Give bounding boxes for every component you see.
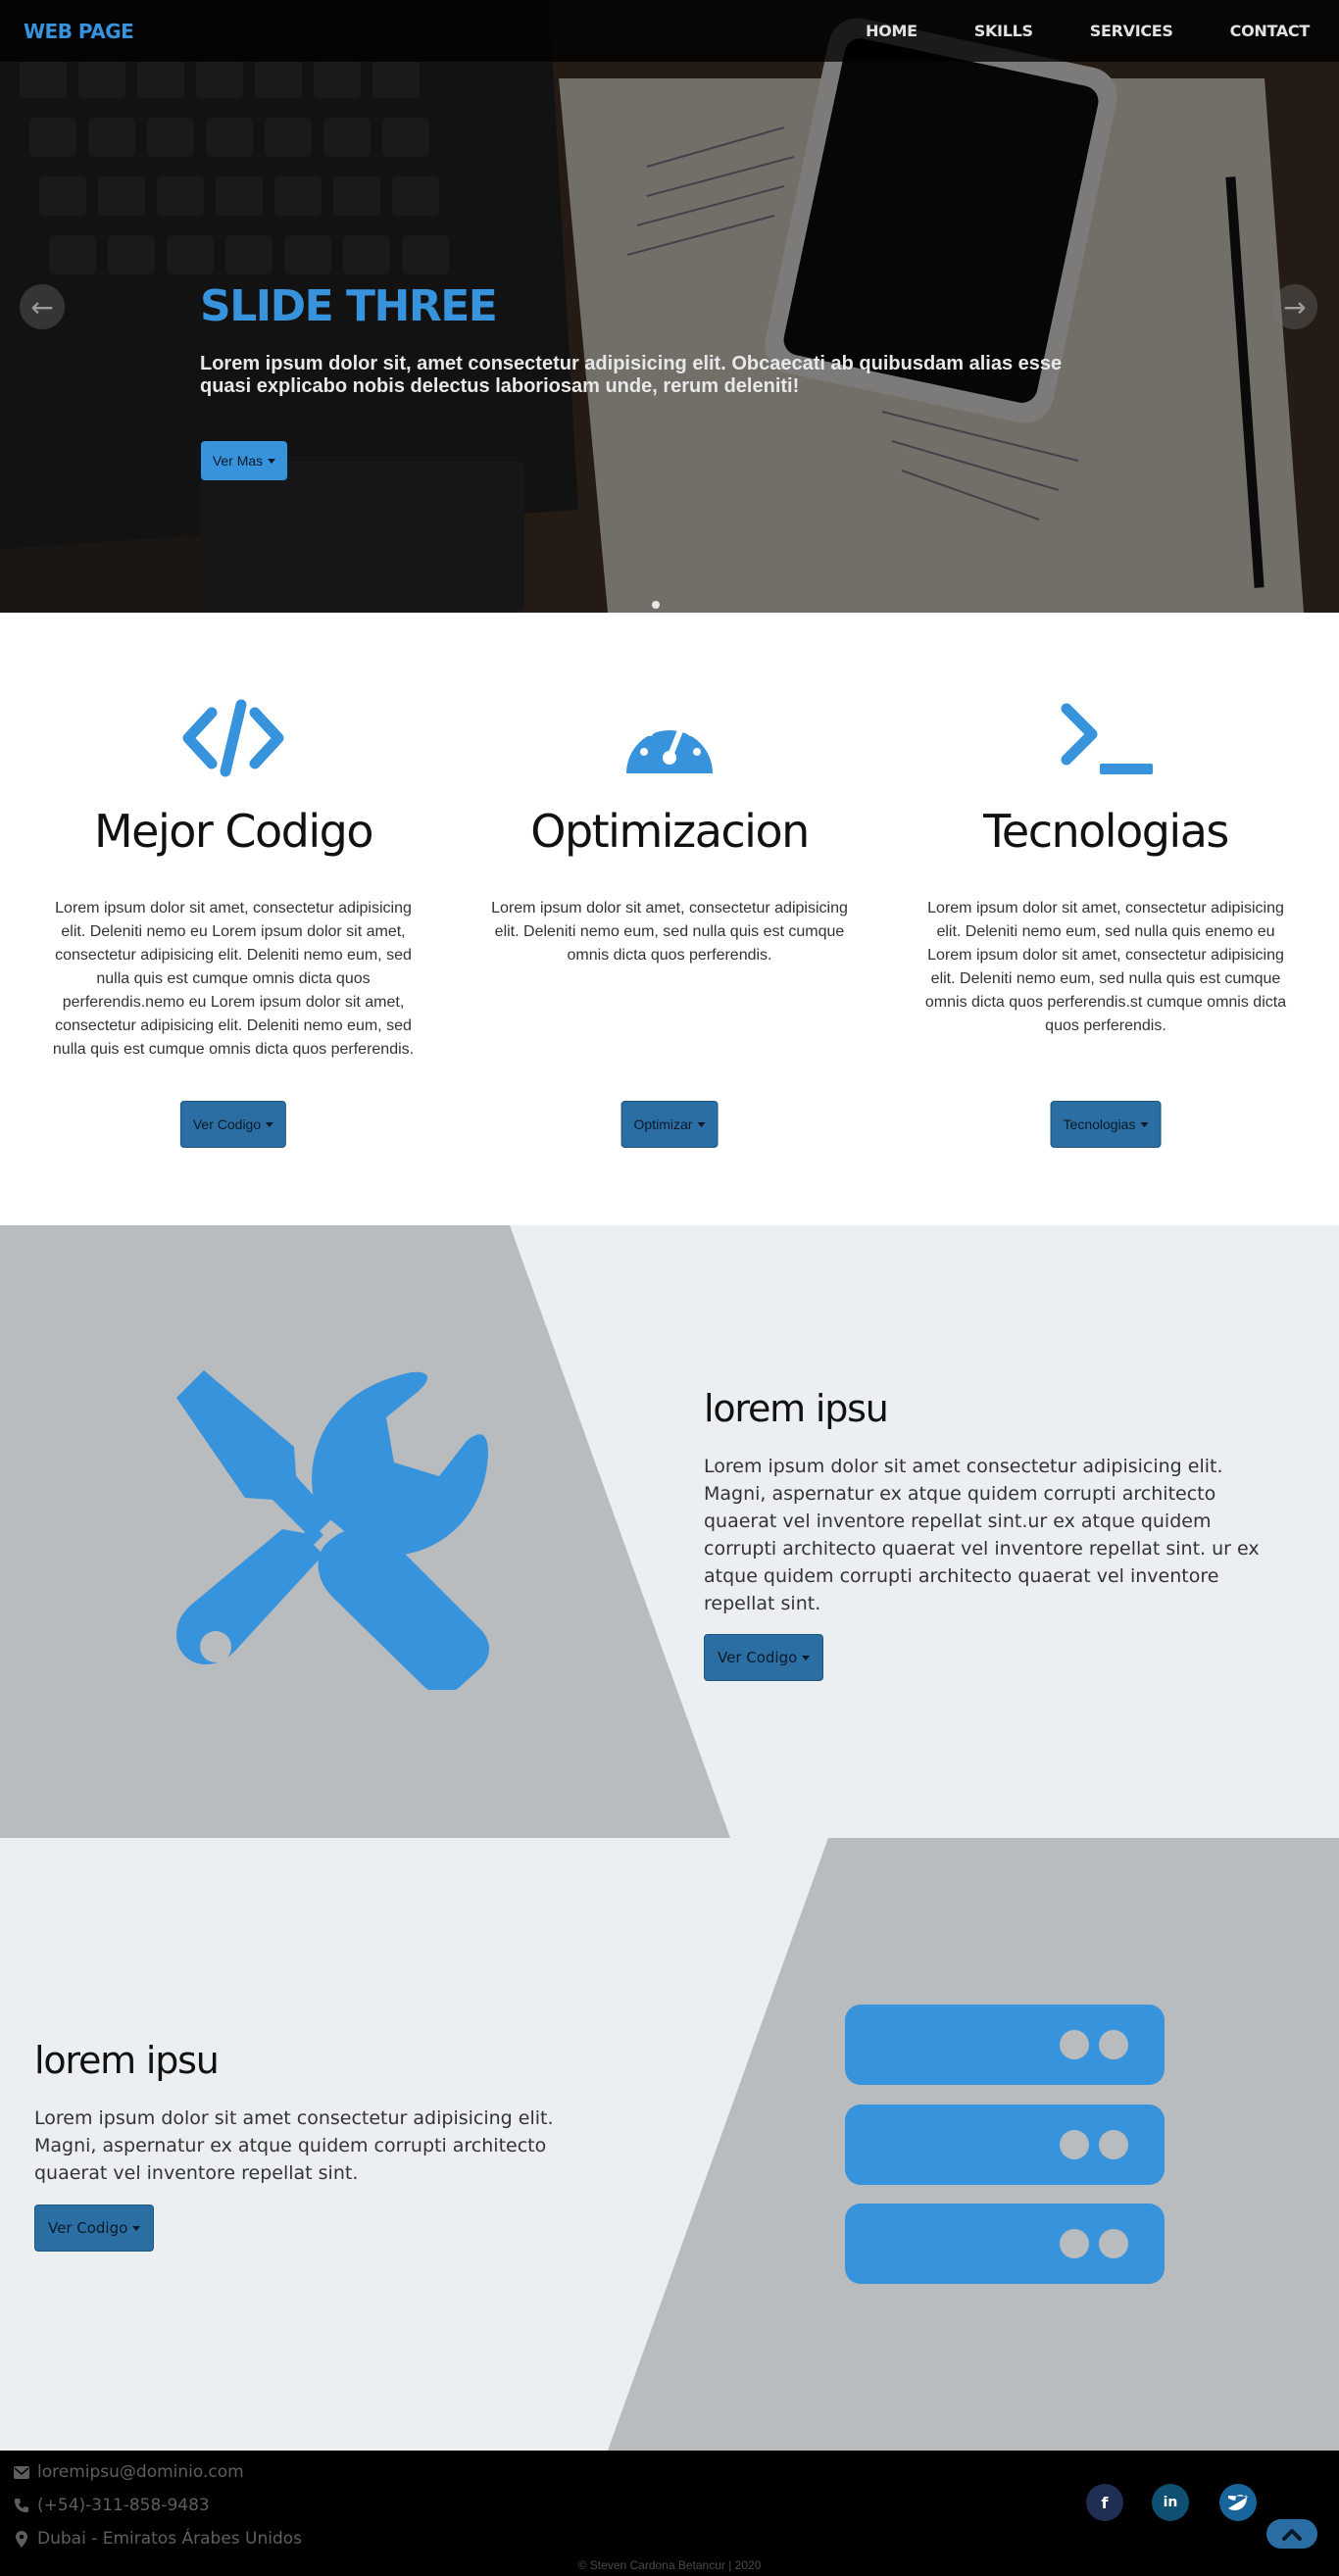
phone-icon (12, 2497, 31, 2514)
ver-mas-button[interactable]: Ver Mas (201, 441, 287, 480)
section-text: Lorem ipsum dolor sit amet consectetur a… (704, 1456, 1260, 1614)
map-marker-icon (12, 2530, 31, 2548)
feature-title: Tecnologias (983, 805, 1229, 858)
envelope-icon (12, 2463, 31, 2481)
button-label: Optimizar (633, 1116, 693, 1132)
code-icon (42, 699, 424, 777)
optimizar-button[interactable]: Optimizar (620, 1101, 719, 1148)
ver-codigo-button[interactable]: Ver Codigo (704, 1634, 824, 1681)
carousel-indicator[interactable] (652, 601, 660, 609)
chevron-up-icon (1282, 2528, 1302, 2541)
copyright-text: © Steven Cardona Betancur | 2020 (577, 2558, 762, 2572)
arrow-right-icon: → (1283, 290, 1307, 323)
caret-down-icon (268, 458, 276, 464)
linkedin-icon[interactable]: in (1152, 2484, 1189, 2521)
button-label: Ver Codigo (48, 2219, 128, 2237)
twitter-icon[interactable] (1219, 2484, 1257, 2521)
tools-icon (176, 1370, 489, 1690)
ver-codigo-button[interactable]: Ver Codigo (34, 2204, 155, 2252)
features-section: Mejor Codigo Lorem ipsum dolor sit amet,… (0, 613, 1339, 1225)
feature-text: Lorem ipsum dolor sit amet, consectetur … (924, 900, 1287, 1034)
section-title: lorem ipsu (34, 2039, 220, 2082)
tecnologias-button[interactable]: Tecnologias (1050, 1101, 1162, 1148)
carousel-prev-button[interactable]: ← (20, 284, 65, 329)
arrow-left-icon: ← (30, 290, 54, 323)
section-tools: lorem ipsu Lorem ipsum dolor sit amet co… (0, 1225, 1339, 1838)
feature-text: Lorem ipsum dolor sit amet, consectetur … (52, 900, 415, 1058)
caret-down-icon (1140, 1121, 1149, 1127)
nav-item-home[interactable]: HOME (866, 22, 917, 40)
nav-item-services[interactable]: SERVICES (1090, 22, 1173, 40)
feature-text: Lorem ipsum dolor sit amet, consectetur … (491, 900, 848, 964)
nav-menu: HOME SKILLS SERVICES CONTACT (809, 22, 1310, 40)
email-text: loremipsu@dominio.com (37, 2462, 244, 2482)
location-text: Dubai - Emiratos Árabes Unidos (37, 2529, 303, 2549)
nav-item-skills[interactable]: SKILLS (974, 22, 1033, 40)
navbar: WEB PAGE HOME SKILLS SERVICES CONTACT (0, 0, 1339, 62)
hero-title: SLIDE THREE (200, 281, 498, 331)
hero-carousel: ← → SLIDE THREE Lorem ipsum dolor sit, a… (0, 0, 1339, 613)
feature-title: Optimizacion (530, 805, 810, 858)
ver-mas-label: Ver Mas (212, 453, 264, 469)
caret-down-icon (802, 1655, 811, 1660)
back-to-top-button[interactable] (1266, 2519, 1317, 2549)
contact-phone[interactable]: (+54)-311-858-9483 (12, 2496, 210, 2515)
terminal-icon (915, 699, 1297, 777)
section-text: Lorem ipsum dolor sit amet consectetur a… (34, 2107, 554, 2184)
section-title: lorem ipsu (704, 1387, 889, 1430)
nav-item-contact[interactable]: CONTACT (1230, 22, 1311, 40)
carousel-next-button[interactable]: → (1272, 284, 1317, 329)
server-icon (845, 2005, 1165, 2284)
feature-title: Mejor Codigo (93, 805, 374, 858)
speedometer-icon (478, 699, 861, 777)
phone-text: (+54)-311-858-9483 (37, 2496, 210, 2515)
facebook-icon[interactable]: f (1086, 2484, 1123, 2521)
contact-email[interactable]: loremipsu@dominio.com (12, 2462, 244, 2482)
button-label: Ver Codigo (718, 1649, 798, 1666)
brand-logo[interactable]: WEB PAGE (24, 20, 134, 43)
section-servers: lorem ipsu Lorem ipsum dolor sit amet co… (0, 1838, 1339, 2451)
caret-down-icon (132, 2225, 141, 2231)
caret-down-icon (697, 1121, 706, 1127)
button-label: Tecnologias (1063, 1116, 1136, 1132)
hero-text: Lorem ipsum dolor sit, amet consectetur … (200, 353, 1063, 397)
caret-down-icon (266, 1121, 274, 1127)
ver-codigo-button[interactable]: Ver Codigo (179, 1101, 287, 1148)
button-label: Ver Codigo (192, 1116, 262, 1132)
contact-location: Dubai - Emiratos Árabes Unidos (12, 2529, 302, 2549)
